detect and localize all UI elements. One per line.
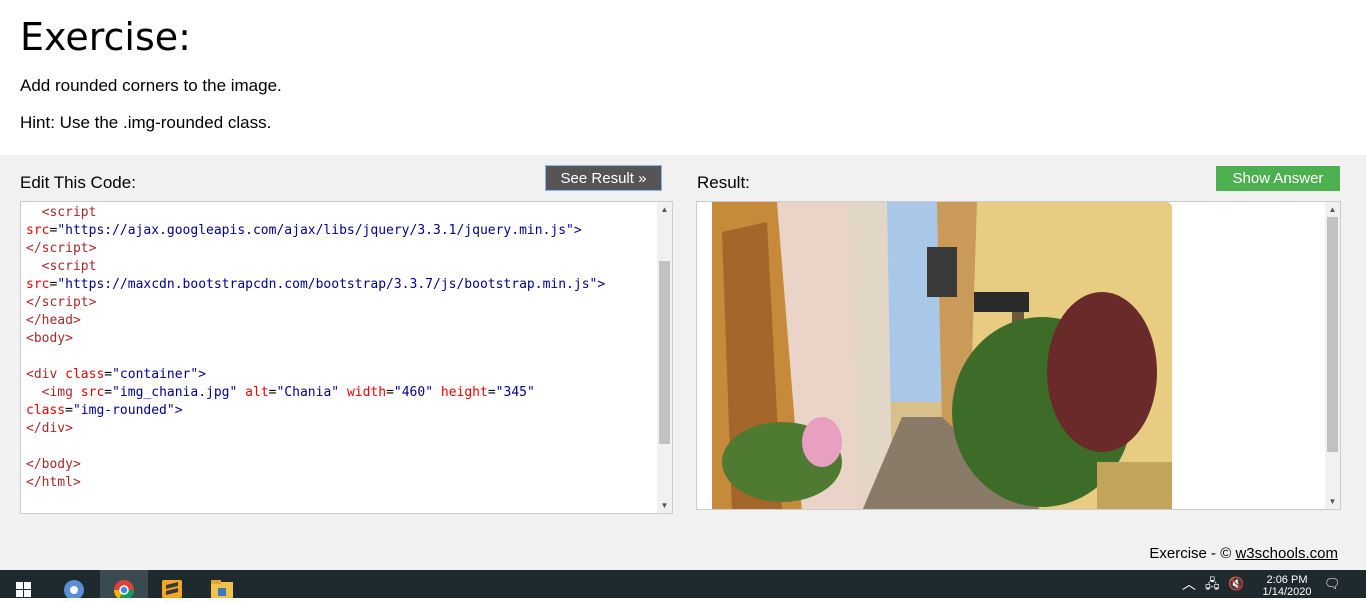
result-scrollbar[interactable]: ▲ ▼ [1325,202,1340,509]
show-hidden-icons-chevron-icon[interactable]: ︿ [1182,577,1196,591]
notifications-icon[interactable]: 🗨 [1324,577,1341,590]
chrome-icon[interactable] [100,570,148,601]
editor-scrollbar[interactable]: ▲ ▼ [657,202,672,513]
file-explorer-icon[interactable] [198,570,246,598]
footer-prefix: Exercise - © [1149,545,1232,562]
editor-label: Edit This Code: [20,173,136,192]
code-text[interactable]: <script src="https://ajax.googleapis.com… [26,204,656,492]
chromium-icon[interactable] [50,570,98,600]
w3schools-link[interactable]: w3schools.com [1235,545,1338,562]
page-title: Exercise: [20,15,191,59]
scroll-up-arrow-icon[interactable]: ▲ [1325,202,1340,217]
editor-scroll-thumb[interactable] [659,261,670,444]
show-answer-button[interactable]: Show Answer [1216,166,1340,191]
clock[interactable]: 2:06 PM 1/14/2020 [1256,574,1318,598]
windows-start-icon[interactable] [0,570,48,598]
clock-date: 1/14/2020 [1262,586,1312,598]
chania-image [712,202,1172,509]
code-editor[interactable]: <script src="https://ajax.googleapis.com… [20,201,673,514]
network-icon[interactable]: 🖧 [1205,577,1220,590]
windows-taskbar: ︿ 🖧 🔇 2:06 PM 1/14/2020 🗨 [0,570,1366,601]
result-scroll-thumb[interactable] [1327,217,1338,452]
exercise-header: Exercise: Add rounded corners to the ima… [0,0,1366,155]
volume-muted-icon[interactable]: 🔇 [1228,577,1244,590]
result-label: Result: [697,173,750,192]
result-frame: ▲ ▼ [696,201,1341,510]
see-result-button[interactable]: See Result » [545,165,662,191]
copyright-footer: Exercise - © w3schools.com [1149,545,1338,563]
instruction-text: Add rounded corners to the image. [20,76,282,95]
scroll-down-arrow-icon[interactable]: ▼ [657,498,672,513]
scroll-up-arrow-icon[interactable]: ▲ [657,202,672,217]
clock-time: 2:06 PM [1266,574,1308,586]
sublime-text-icon[interactable] [148,570,196,598]
hint-text: Hint: Use the .img-rounded class. [20,113,272,132]
scroll-down-arrow-icon[interactable]: ▼ [1325,494,1340,509]
